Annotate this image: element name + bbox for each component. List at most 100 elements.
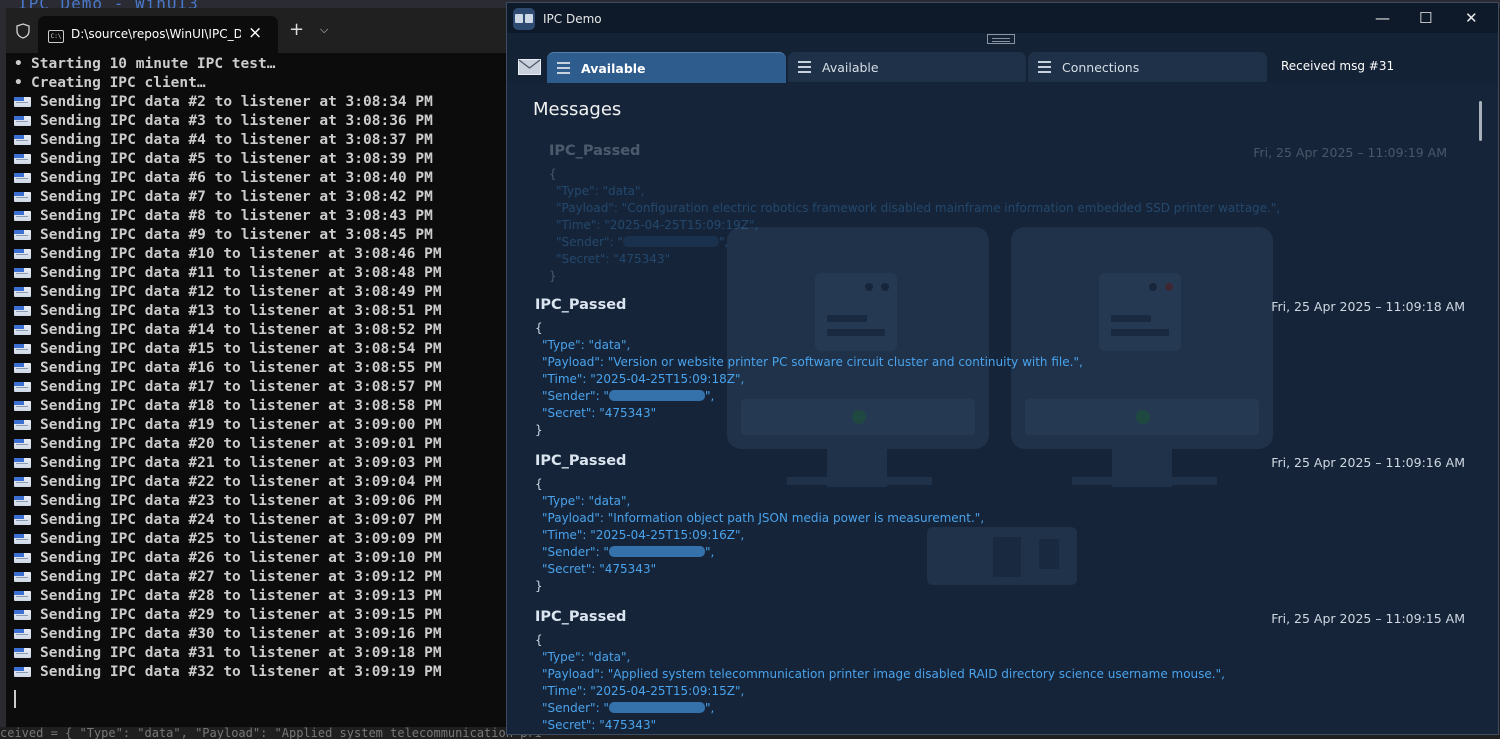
terminal-line-text: Sending IPC data #2 to listener at 3:08:… xyxy=(40,94,433,110)
envelope-icon xyxy=(14,477,31,487)
terminal-line: Sending IPC data #17 to listener at 3:08… xyxy=(14,378,512,397)
terminal-line-text: Sending IPC data #19 to listener at 3:09… xyxy=(40,417,442,433)
envelope-icon xyxy=(14,306,31,316)
json-time: "Time": "2025-04-25T15:09:18Z", xyxy=(542,372,745,386)
json-sender: "Sender": " ", xyxy=(535,544,984,561)
json-sender: "Sender": " ", xyxy=(549,234,1280,251)
json-close: } xyxy=(535,423,543,437)
envelope-icon xyxy=(14,534,31,544)
tab-available-active[interactable]: Available xyxy=(547,52,786,83)
envelope-icon xyxy=(14,648,31,658)
envelope-icon xyxy=(14,420,31,430)
tab-label: Available xyxy=(581,61,646,76)
messages-panel[interactable]: Messages IPC_Passed Fri, 25 Apr 2025 – 11… xyxy=(507,83,1498,735)
terminal-line-text: Sending IPC data #11 to listener at 3:08… xyxy=(40,265,442,281)
json-type: "Type": "data", xyxy=(542,650,631,664)
terminal-line-text: Sending IPC data #26 to listener at 3:09… xyxy=(40,550,442,566)
envelope-icon xyxy=(14,363,31,373)
mail-icon[interactable] xyxy=(518,59,541,75)
json-close: } xyxy=(535,579,543,593)
terminal-line: Sending IPC data #6 to listener at 3:08:… xyxy=(14,169,512,188)
envelope-icon xyxy=(14,553,31,563)
message-title: IPC_Passed xyxy=(535,609,627,625)
scrollbar[interactable] xyxy=(1479,101,1482,141)
terminal-line: Sending IPC data #3 to listener at 3:08:… xyxy=(14,112,512,131)
terminal-line: Sending IPC data #16 to listener at 3:08… xyxy=(14,359,512,378)
message-title: IPC_Passed xyxy=(535,453,627,469)
json-secret: "Secret": "475343" xyxy=(542,718,657,732)
terminal-tab-title: D:\source\repos\WinUI\IPC_Demo xyxy=(71,27,241,41)
bullet-icon: • xyxy=(14,56,23,72)
envelope-icon xyxy=(14,268,31,278)
terminal-line: Sending IPC data #9 to listener at 3:08:… xyxy=(14,226,512,245)
terminal-line-text: Sending IPC data #4 to listener at 3:08:… xyxy=(40,132,433,148)
json-secret: "Secret": "475343" xyxy=(556,252,671,266)
minimize-button[interactable]: — xyxy=(1375,9,1390,27)
terminal-line-text: Sending IPC data #3 to listener at 3:08:… xyxy=(40,113,433,129)
envelope-icon xyxy=(14,629,31,639)
envelope-icon xyxy=(14,192,31,202)
terminal-line: Sending IPC data #29 to listener at 3:09… xyxy=(14,606,512,625)
tab-available[interactable]: Available xyxy=(788,52,1026,82)
json-sender: "Sender": " ", xyxy=(535,700,1225,717)
terminal-line-text: Sending IPC data #8 to listener at 3:08:… xyxy=(40,208,433,224)
terminal-line: Sending IPC data #10 to listener at 3:08… xyxy=(14,245,512,264)
list-icon xyxy=(557,62,570,74)
new-tab-button[interactable]: + xyxy=(289,19,304,40)
close-button[interactable]: ✕ xyxy=(1465,9,1478,27)
json-open: { xyxy=(535,633,543,647)
terminal-line: Sending IPC data #30 to listener at 3:09… xyxy=(14,625,512,644)
drag-handle-icon[interactable] xyxy=(987,34,1015,44)
json-sender-key: "Sender": " xyxy=(542,701,609,715)
terminal-line-text: Sending IPC data #7 to listener at 3:08:… xyxy=(40,189,433,205)
redacted-sender xyxy=(622,236,719,247)
envelope-icon xyxy=(14,572,31,582)
terminal-line: Sending IPC data #11 to listener at 3:08… xyxy=(14,264,512,283)
terminal-line: Sending IPC data #18 to listener at 3:08… xyxy=(14,397,512,416)
json-secret: "Secret": "475343" xyxy=(542,562,657,576)
json-time: "Time": "2025-04-25T15:09:16Z", xyxy=(542,528,745,542)
terminal-tab[interactable]: C:\ D:\source\repos\WinUI\IPC_Demo × xyxy=(38,16,278,53)
terminal-line-text: Sending IPC data #9 to listener at 3:08:… xyxy=(40,227,433,243)
terminal-line: Sending IPC data #21 to listener at 3:09… xyxy=(14,454,512,473)
terminal-line-text: Creating IPC client… xyxy=(31,75,206,91)
terminal-line: Sending IPC data #27 to listener at 3:09… xyxy=(14,568,512,587)
title-bar[interactable]: IPC Demo — ☐ ✕ xyxy=(507,3,1498,33)
terminal-line-text: Sending IPC data #23 to listener at 3:09… xyxy=(40,493,442,509)
app-logo-icon xyxy=(513,8,535,30)
terminal-line: • Starting 10 minute IPC test… xyxy=(14,55,512,74)
json-sender-tail: ", xyxy=(704,545,715,559)
json-sender-key: "Sender": " xyxy=(542,389,609,403)
envelope-icon xyxy=(14,287,31,297)
chevron-down-icon[interactable]: ⌵ xyxy=(320,23,328,37)
terminal-line-text: Sending IPC data #24 to listener at 3:09… xyxy=(40,512,442,528)
json-sender: "Sender": " ", xyxy=(535,388,1083,405)
envelope-icon xyxy=(14,154,31,164)
close-tab-icon[interactable]: × xyxy=(248,23,262,43)
envelope-icon xyxy=(14,116,31,126)
json-sender-key: "Sender": " xyxy=(542,545,609,559)
message-timestamp: Fri, 25 Apr 2025 – 11:09:19 AM xyxy=(1253,145,1447,160)
terminal-line-text: Sending IPC data #14 to listener at 3:08… xyxy=(40,322,442,338)
tab-connections[interactable]: Connections xyxy=(1028,52,1267,82)
envelope-icon xyxy=(14,591,31,601)
envelope-icon xyxy=(14,97,31,107)
window-title: IPC Demo xyxy=(543,12,602,26)
json-sender-tail: ", xyxy=(718,235,729,249)
envelope-icon xyxy=(14,496,31,506)
terminal-output[interactable]: • Starting 10 minute IPC test… • Creating I… xyxy=(6,53,512,708)
json-payload: "Payload": "Configuration electric robot… xyxy=(556,201,1281,215)
terminal-line-text: Sending IPC data #28 to listener at 3:09… xyxy=(40,588,442,604)
message-title: IPC_Passed xyxy=(535,297,627,313)
json-close: } xyxy=(535,734,1225,735)
terminal-line: Sending IPC data #14 to listener at 3:08… xyxy=(14,321,512,340)
message-json: {"Type": "data", "Payload": "Configuratio… xyxy=(549,166,1280,285)
json-sender-tail: ", xyxy=(704,701,715,715)
redacted-sender xyxy=(608,702,705,713)
message-json: {"Type": "data", "Payload": "Version or w… xyxy=(535,320,1083,439)
maximize-button[interactable]: ☐ xyxy=(1419,9,1432,27)
envelope-icon xyxy=(14,610,31,620)
message-json: {"Type": "data", "Payload": "Information … xyxy=(535,476,984,595)
json-close: } xyxy=(549,269,557,283)
terminal-line-text: Sending IPC data #6 to listener at 3:08:… xyxy=(40,170,433,186)
